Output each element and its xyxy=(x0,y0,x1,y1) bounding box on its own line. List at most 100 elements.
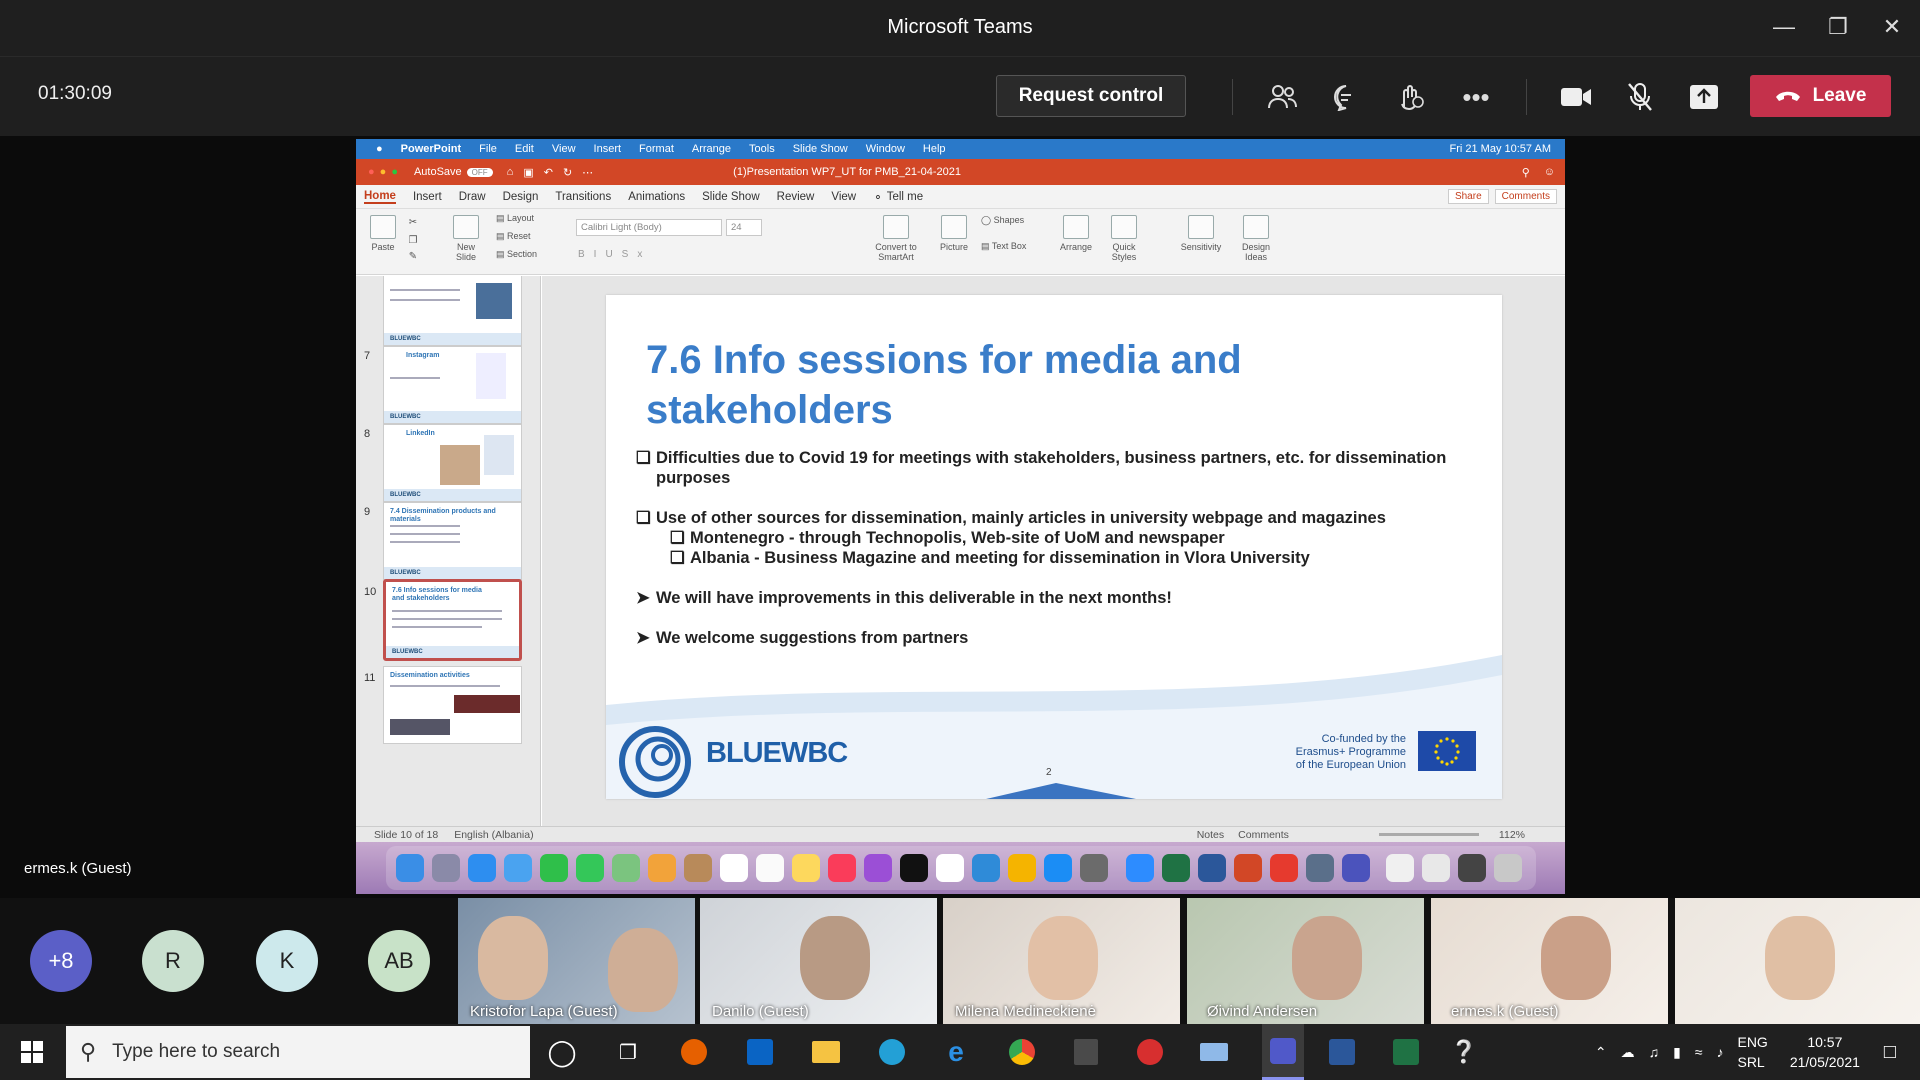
preview-icon[interactable] xyxy=(1458,854,1486,882)
notifications-icon[interactable]: □ xyxy=(1884,1041,1896,1064)
excel-taskbar-icon[interactable] xyxy=(1393,1039,1419,1065)
teams-taskbar-icon[interactable] xyxy=(1270,1037,1296,1064)
trash-icon[interactable] xyxy=(1494,854,1522,882)
internet-explorer-icon[interactable]: e xyxy=(940,1036,972,1068)
slide-thumbnail-7[interactable]: Instagram BLUEWBC xyxy=(383,346,522,424)
tab-draw[interactable]: Draw xyxy=(459,191,486,203)
tab-view[interactable]: View xyxy=(831,191,856,203)
slide-thumbnail-11[interactable]: Dissemination activities xyxy=(383,666,522,744)
zoom-slider[interactable] xyxy=(1378,833,1479,836)
system-preferences-icon[interactable] xyxy=(1080,854,1108,882)
avatar[interactable]: K xyxy=(256,930,318,992)
podcasts-icon[interactable] xyxy=(864,854,892,882)
textbox-button[interactable]: ▤ Text Box xyxy=(981,241,1041,252)
acrobat-icon[interactable] xyxy=(1270,854,1298,882)
zoom-dot-icon[interactable]: ● xyxy=(391,166,398,178)
menu-format[interactable]: Format xyxy=(639,143,674,155)
tab-animations[interactable]: Animations xyxy=(628,191,685,203)
calculator-icon[interactable] xyxy=(1074,1039,1098,1065)
powerpoint-dock-icon[interactable] xyxy=(1234,854,1262,882)
home-icon[interactable]: ⌂ xyxy=(507,166,514,178)
layout-button[interactable]: ▤ Layout xyxy=(496,213,556,224)
design-ideas-button[interactable]: Design Ideas xyxy=(1236,215,1276,262)
leave-button[interactable]: Leave xyxy=(1750,75,1891,117)
section-button[interactable]: ▤ Section xyxy=(496,249,556,260)
battery-icon[interactable]: ▮ xyxy=(1673,1044,1681,1061)
redo-icon[interactable]: ↻ xyxy=(563,166,572,179)
safari-icon[interactable] xyxy=(468,854,496,882)
document-icon[interactable] xyxy=(1386,854,1414,882)
acrobat-reader-icon[interactable] xyxy=(1137,1039,1163,1065)
avatar[interactable]: AB xyxy=(368,930,430,992)
zoom-app-icon[interactable] xyxy=(1126,854,1154,882)
menu-insert[interactable]: Insert xyxy=(594,143,622,155)
taskbar-clock[interactable]: 10:57 21/05/2021 xyxy=(1790,1032,1860,1072)
teams-dock-icon[interactable] xyxy=(1342,854,1370,882)
autosave-toggle[interactable]: OFF xyxy=(466,167,493,177)
sensitivity-button[interactable]: Sensitivity xyxy=(1176,215,1226,252)
text-format-buttons[interactable]: BIUSx xyxy=(578,249,768,260)
contacts-icon[interactable] xyxy=(684,854,712,882)
font-family-select[interactable]: Calibri Light (Body) xyxy=(576,219,722,236)
share-button[interactable]: Share xyxy=(1447,189,1489,204)
menu-window[interactable]: Window xyxy=(866,143,905,155)
folder-icon[interactable] xyxy=(1422,854,1450,882)
minimize-icon[interactable]: — xyxy=(1754,10,1814,44)
cortana-icon[interactable]: ◯ xyxy=(546,1036,578,1068)
microphone-muted-icon[interactable] xyxy=(1620,77,1660,117)
cloud-icon[interactable]: ☁ xyxy=(1621,1044,1635,1061)
snipping-tool-icon[interactable] xyxy=(1200,1043,1228,1061)
input-language[interactable]: ENG SRL xyxy=(1737,1032,1767,1072)
task-view-icon[interactable]: ❐ xyxy=(612,1036,644,1068)
keynote-icon[interactable] xyxy=(972,854,1000,882)
slide-thumbnail-9[interactable]: 7.4 Dissemination products and materials… xyxy=(383,502,522,580)
tab-slide-show[interactable]: Slide Show xyxy=(702,191,760,203)
search-icon[interactable]: ⚲ xyxy=(1522,166,1530,179)
tell-me-field[interactable]: Tell me xyxy=(887,191,923,203)
participant-video-tile[interactable]: Øivind Andersen xyxy=(1187,898,1424,1024)
comments-status-button[interactable]: Comments xyxy=(1238,829,1289,841)
menu-slide-show[interactable]: Slide Show xyxy=(793,143,848,155)
notes-icon[interactable] xyxy=(792,854,820,882)
edge-icon[interactable] xyxy=(879,1039,905,1065)
avatar[interactable]: R xyxy=(142,930,204,992)
undo-icon[interactable]: ↶ xyxy=(544,166,553,179)
paste-button[interactable]: Paste xyxy=(368,215,398,252)
overflow-participants-button[interactable]: +8 xyxy=(30,930,92,992)
language[interactable]: English (Albania) xyxy=(454,829,533,841)
messages-icon[interactable] xyxy=(576,854,604,882)
launchpad-icon[interactable] xyxy=(432,854,460,882)
facetime-icon[interactable] xyxy=(540,854,568,882)
tv-icon[interactable] xyxy=(900,854,928,882)
pages-icon[interactable] xyxy=(1008,854,1036,882)
tab-insert[interactable]: Insert xyxy=(413,191,442,203)
numbers-icon[interactable] xyxy=(936,854,964,882)
tab-design[interactable]: Design xyxy=(503,191,539,203)
menu-view[interactable]: View xyxy=(552,143,576,155)
file-explorer-icon[interactable] xyxy=(812,1041,840,1063)
tab-home[interactable]: Home xyxy=(364,190,396,204)
participant-video-tile[interactable]: Danilo (Guest) xyxy=(700,898,937,1024)
excel-dock-icon[interactable] xyxy=(1162,854,1190,882)
finder-icon[interactable] xyxy=(396,854,424,882)
music-icon[interactable] xyxy=(828,854,856,882)
more-options-icon[interactable]: ••• xyxy=(1456,77,1496,117)
slide-thumbnail-10-selected[interactable]: 7.6 Info sessions for media and stakehol… xyxy=(383,579,522,661)
slide-thumbnail-8[interactable]: LinkedIn BLUEWBC xyxy=(383,424,522,502)
people-icon[interactable] xyxy=(1262,77,1302,117)
menu-arrange[interactable]: Arrange xyxy=(692,143,731,155)
microphone-icon[interactable]: ♫ xyxy=(1649,1044,1660,1060)
close-dot-icon[interactable]: ● xyxy=(368,166,375,178)
windows-start-icon[interactable] xyxy=(16,1036,48,1068)
outlook-icon[interactable] xyxy=(747,1039,773,1065)
maps-icon[interactable] xyxy=(612,854,640,882)
maximize-icon[interactable]: ❐ xyxy=(1808,10,1868,44)
menu-file[interactable]: File xyxy=(479,143,497,155)
comments-button[interactable]: Comments xyxy=(1494,189,1557,204)
calendar-icon[interactable] xyxy=(720,854,748,882)
firefox-icon[interactable] xyxy=(681,1039,707,1065)
participant-video-tile[interactable]: ermes.k (Guest) xyxy=(1431,898,1668,1024)
menu-tools[interactable]: Tools xyxy=(749,143,775,155)
notes-button[interactable]: Notes xyxy=(1197,829,1224,841)
minimize-dot-icon[interactable]: ● xyxy=(380,166,387,178)
